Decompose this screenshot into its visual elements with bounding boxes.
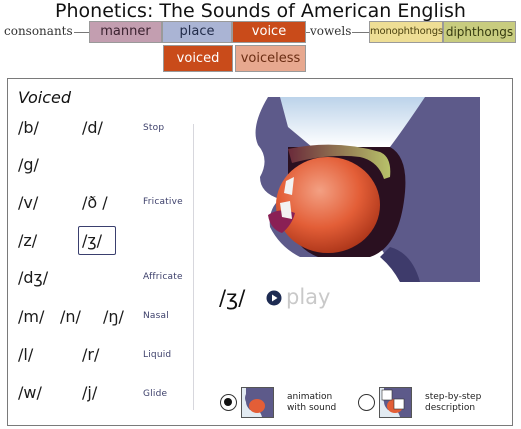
symbol-eng[interactable]: /ŋ/: [103, 307, 124, 326]
nav-connector-line: [352, 32, 369, 33]
play-button[interactable]: play: [286, 285, 330, 309]
place-button[interactable]: place: [162, 21, 232, 43]
symbol-zh[interactable]: /ʒ/: [82, 231, 102, 250]
step-by-step-thumbnail[interactable]: [379, 387, 412, 418]
symbol-l[interactable]: /l/: [18, 345, 33, 364]
symbol-b[interactable]: /b/: [18, 118, 39, 137]
symbol-j[interactable]: /j/: [82, 383, 97, 402]
category-fricative: Fricative: [143, 197, 183, 207]
symbol-v[interactable]: /v/: [18, 193, 38, 212]
symbol-g[interactable]: /g/: [18, 155, 39, 174]
category-nasal: Nasal: [143, 311, 169, 321]
animation-radio[interactable]: [220, 394, 237, 411]
vocal-tract-diagram: [255, 97, 480, 282]
symbol-m[interactable]: /m/: [18, 307, 44, 326]
voice-button[interactable]: voice: [232, 21, 306, 43]
category-stop: Stop: [143, 123, 165, 133]
nav-connector-line: [74, 32, 89, 33]
category-liquid: Liquid: [143, 350, 172, 360]
step-by-step-label-line2: description: [425, 403, 476, 413]
symbol-eth[interactable]: /ð /: [82, 193, 108, 212]
play-icon[interactable]: [266, 290, 282, 306]
animation-label-line1: animation: [287, 392, 333, 402]
symbol-z[interactable]: /z/: [18, 231, 37, 250]
step-by-step-radio[interactable]: [358, 394, 375, 411]
animation-thumbnail-icon: [242, 388, 273, 417]
symbol-n[interactable]: /n/: [60, 307, 81, 326]
animation-thumbnail[interactable]: [241, 387, 274, 418]
step-by-step-label-line1: step-by-step: [425, 392, 482, 402]
current-symbol: /ʒ/: [219, 286, 246, 310]
step-by-step-thumbnail-icon: [380, 388, 411, 417]
column-divider: [193, 124, 194, 410]
voiceless-button[interactable]: voiceless: [235, 45, 306, 72]
symbol-w[interactable]: /w/: [18, 383, 42, 402]
category-glide: Glide: [143, 389, 168, 399]
animation-label-line2: with sound: [287, 403, 337, 413]
symbol-dzh[interactable]: /dʒ/: [18, 268, 48, 287]
vowels-label: vowels: [310, 24, 352, 38]
category-affricate: Affricate: [143, 272, 183, 282]
monophthongs-button[interactable]: monophthongs: [369, 21, 443, 43]
manner-button[interactable]: manner: [89, 21, 162, 43]
panel-heading: Voiced: [18, 88, 72, 107]
radio-selected-dot: [224, 398, 232, 406]
consonants-label: consonants: [4, 24, 73, 38]
diphthongs-button[interactable]: diphthongs: [443, 21, 516, 43]
voiced-button[interactable]: voiced: [163, 45, 233, 72]
symbol-d[interactable]: /d/: [82, 118, 103, 137]
page-title: Phonetics: The Sounds of American Englis…: [55, 0, 466, 22]
symbol-r[interactable]: /r/: [82, 345, 99, 364]
